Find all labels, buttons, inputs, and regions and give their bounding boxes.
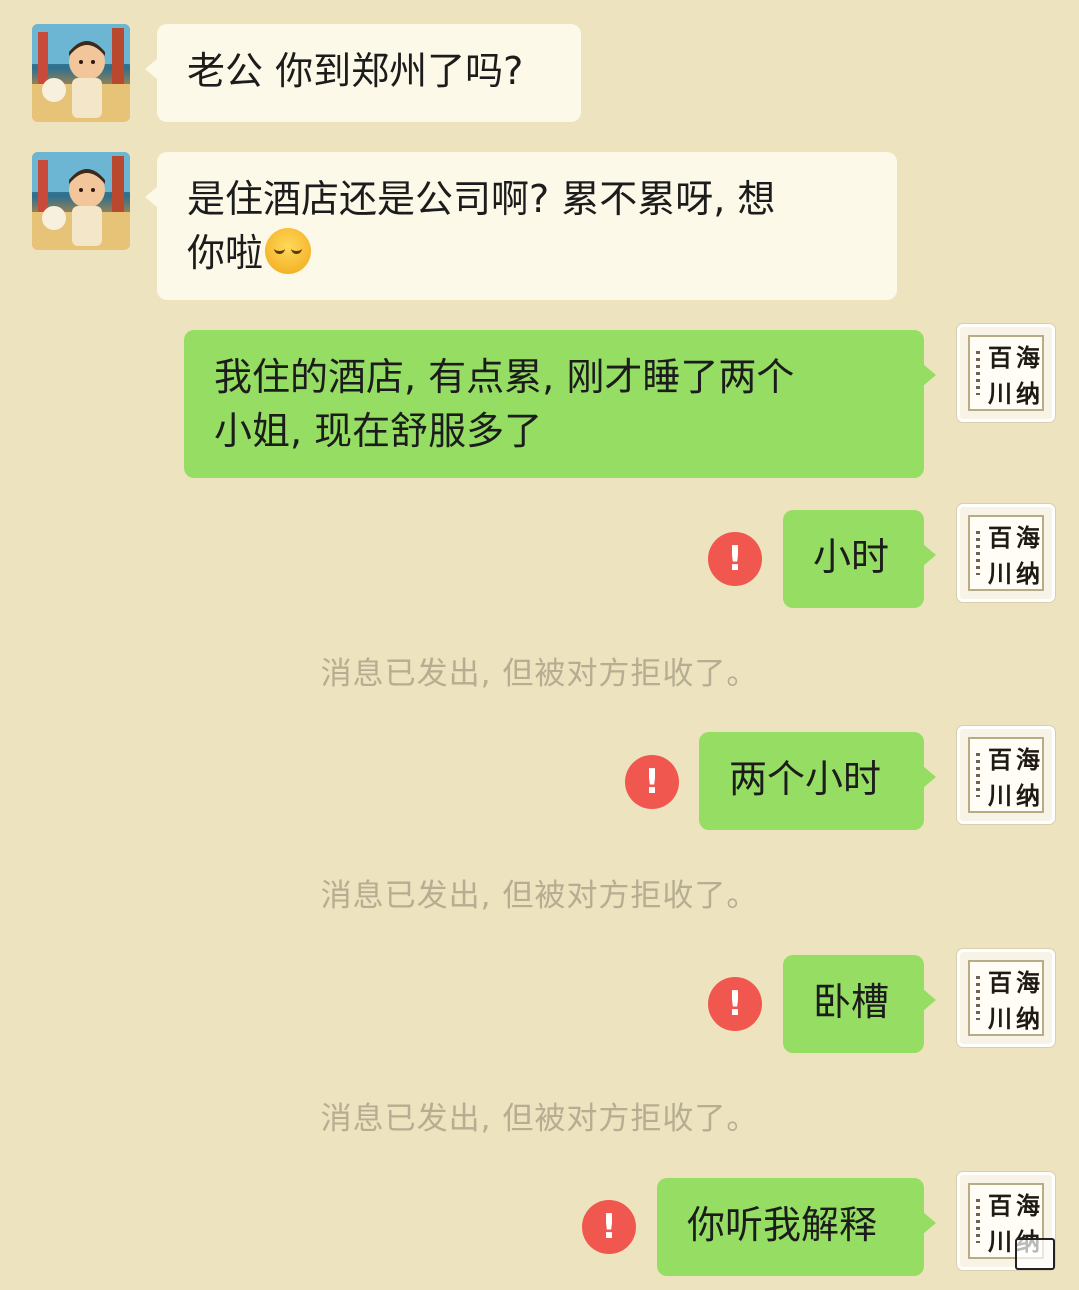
message-text-line: 小姐, 现在舒服多了 xyxy=(214,409,543,453)
avatar-char: 川 xyxy=(988,1003,1012,1033)
message-text: 卧槽 xyxy=(813,980,890,1024)
avatar-char: 海 xyxy=(1016,342,1040,372)
avatar-char: 纳 xyxy=(1016,1003,1040,1033)
calligraphy-card-icon: 百 海 川 纳 xyxy=(968,335,1044,411)
self-avatar[interactable]: 百 海 川 纳 xyxy=(957,504,1055,602)
system-notice: 消息已发出, 但被对方拒收了。 xyxy=(320,656,759,692)
avatar-char: 纳 xyxy=(1016,780,1040,810)
smiling-face-emoji-icon xyxy=(265,228,312,274)
avatar-char: 川 xyxy=(988,780,1012,810)
avatar-char: 百 xyxy=(988,1190,1012,1220)
avatar-char: 百 xyxy=(988,522,1012,552)
calligraphy-card-icon: 百 海 川 纳 xyxy=(968,960,1044,1036)
message-text-line: 你啦 xyxy=(187,226,867,280)
avatar-char: 海 xyxy=(1016,744,1040,774)
avatar-char: 纳 xyxy=(1016,378,1040,408)
avatar-char: 百 xyxy=(988,744,1012,774)
contact-avatar[interactable] xyxy=(32,24,130,122)
avatar-char: 海 xyxy=(1016,522,1040,552)
send-failed-icon[interactable]: ! xyxy=(708,532,762,586)
incoming-message-bubble[interactable]: 老公 你到郑州了吗? xyxy=(145,24,581,122)
message-text-line: 是住酒店还是公司啊? 累不累呀, 想 xyxy=(187,177,776,221)
outgoing-message-bubble[interactable]: 两个小时 xyxy=(699,732,936,830)
contact-avatar[interactable] xyxy=(32,152,130,250)
calligraphy-card-icon: 百 海 川 纳 xyxy=(968,515,1044,591)
avatar-char: 百 xyxy=(988,342,1012,372)
send-failed-icon[interactable]: ! xyxy=(625,755,679,809)
cartoon-avatar-icon xyxy=(32,24,130,122)
outgoing-message-bubble[interactable]: 我住的酒店, 有点累, 刚才睡了两个 小姐, 现在舒服多了 xyxy=(184,330,936,478)
small-script-mark xyxy=(976,351,980,395)
avatar-char: 川 xyxy=(988,1226,1012,1256)
message-text-line: 我住的酒店, 有点累, 刚才睡了两个 xyxy=(214,355,795,399)
small-script-mark xyxy=(976,976,980,1020)
cartoon-avatar-icon xyxy=(32,152,130,250)
self-avatar[interactable]: 百 海 川 纳 xyxy=(957,949,1055,1047)
outgoing-message-bubble[interactable]: 你听我解释 xyxy=(657,1178,936,1276)
message-text: 你听我解释 xyxy=(687,1203,878,1247)
self-avatar[interactable]: 百 海 川 纳 xyxy=(957,324,1055,422)
message-text: 老公 你到郑州了吗? xyxy=(187,49,524,93)
system-notice: 消息已发出, 但被对方拒收了。 xyxy=(320,878,759,914)
small-script-mark xyxy=(976,531,980,575)
watermark-logo-icon xyxy=(1015,1238,1055,1270)
incoming-message-bubble[interactable]: 是住酒店还是公司啊? 累不累呀, 想 你啦 xyxy=(145,152,897,300)
message-text: 两个小时 xyxy=(729,757,882,801)
outgoing-message-bubble[interactable]: 小时 xyxy=(783,510,936,608)
avatar-char: 百 xyxy=(988,967,1012,997)
avatar-char: 海 xyxy=(1016,967,1040,997)
chat-window: 老公 你到郑州了吗? 是住酒店还是公司啊? 累不累呀, 想 你啦 我住的酒店, … xyxy=(0,0,1079,1290)
self-avatar[interactable]: 百 海 川 纳 xyxy=(957,726,1055,824)
send-failed-icon[interactable]: ! xyxy=(708,977,762,1031)
message-text: 你啦 xyxy=(187,231,264,275)
message-text: 小时 xyxy=(813,535,890,579)
avatar-char: 川 xyxy=(988,558,1012,588)
outgoing-message-bubble[interactable]: 卧槽 xyxy=(783,955,936,1053)
avatar-char: 海 xyxy=(1016,1190,1040,1220)
calligraphy-card-icon: 百 海 川 纳 xyxy=(968,737,1044,813)
small-script-mark xyxy=(976,753,980,797)
avatar-char: 纳 xyxy=(1016,558,1040,588)
small-script-mark xyxy=(976,1199,980,1243)
avatar-char: 川 xyxy=(988,378,1012,408)
system-notice: 消息已发出, 但被对方拒收了。 xyxy=(320,1101,759,1137)
send-failed-icon[interactable]: ! xyxy=(582,1200,636,1254)
